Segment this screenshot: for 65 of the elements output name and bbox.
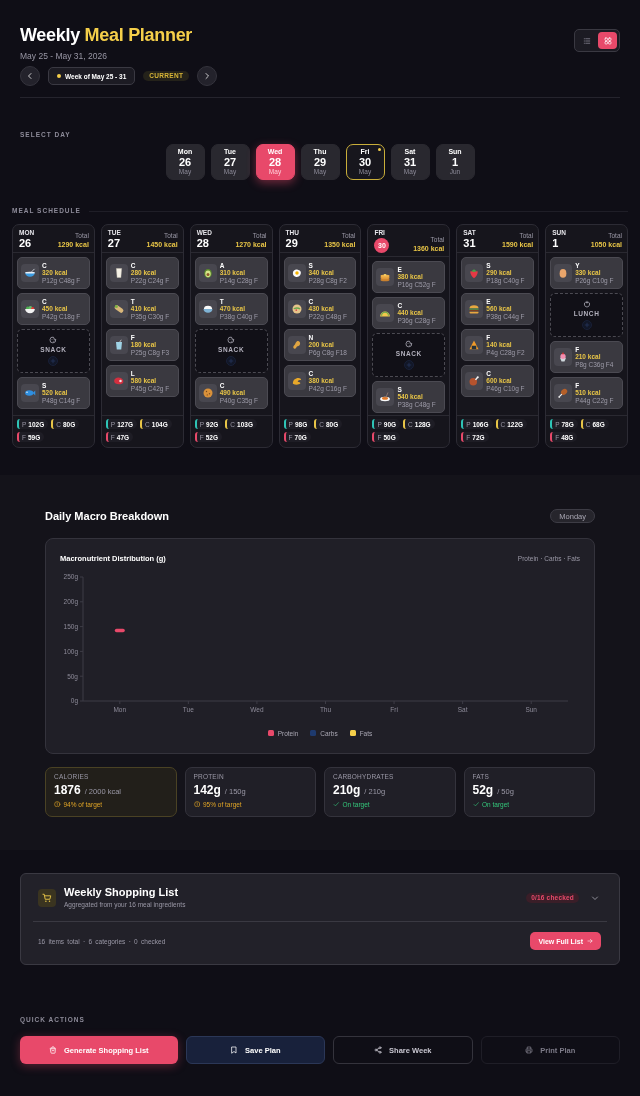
cookie-icon bbox=[404, 340, 413, 348]
peanut-icon bbox=[287, 336, 306, 354]
bookmark-icon bbox=[230, 1046, 239, 1054]
pancakes-icon bbox=[376, 268, 395, 286]
fish-icon bbox=[21, 384, 39, 402]
burrito-icon bbox=[109, 300, 128, 318]
drumstick-icon bbox=[554, 384, 573, 402]
date-label: 28 bbox=[196, 237, 210, 249]
dot-icon bbox=[57, 74, 61, 78]
cookie-icon bbox=[49, 336, 58, 344]
section-title: Daily Macro Breakdown bbox=[45, 510, 170, 522]
next-week-button[interactable] bbox=[197, 66, 218, 86]
apple-icon bbox=[582, 300, 591, 308]
previous-week-button[interactable] bbox=[20, 66, 40, 86]
fried-food-icon bbox=[287, 372, 306, 390]
milk-glass-icon bbox=[109, 264, 128, 282]
chevron-right-icon bbox=[203, 72, 212, 80]
fried-egg-icon bbox=[287, 264, 306, 282]
share-icon bbox=[374, 1046, 383, 1054]
list-icon bbox=[582, 36, 591, 45]
bowl-icon bbox=[21, 264, 39, 282]
stat-value: 142g bbox=[193, 783, 221, 797]
rice-bowl-icon bbox=[198, 300, 217, 318]
cart-icon bbox=[38, 888, 56, 907]
spaghetti-icon bbox=[376, 388, 395, 406]
alert-icon bbox=[54, 800, 61, 808]
check-icon bbox=[333, 800, 340, 808]
avocado-icon bbox=[198, 264, 217, 282]
today-dot-icon bbox=[377, 148, 381, 151]
page-title: Weekly Meal Planner bbox=[20, 24, 194, 46]
cookie-icon bbox=[198, 384, 217, 402]
cookie-icon bbox=[227, 336, 236, 344]
chevron-down-icon[interactable] bbox=[591, 893, 599, 902]
shopping-bag-icon bbox=[49, 1046, 57, 1054]
add-icon[interactable] bbox=[48, 356, 59, 366]
card-title: Weekly Shopping List bbox=[64, 886, 179, 899]
add-icon[interactable] bbox=[226, 356, 237, 366]
ice-cream-icon bbox=[554, 348, 573, 366]
meat-on-bone-icon bbox=[465, 372, 484, 390]
date-label: 31 bbox=[463, 237, 476, 249]
date-range: May 25 - May 31, 2026 bbox=[20, 51, 108, 62]
date-label: 29 bbox=[285, 237, 299, 249]
flatbread-icon bbox=[287, 300, 306, 318]
salad-icon bbox=[21, 300, 39, 318]
burger-icon bbox=[465, 300, 484, 318]
stat-value: 52g bbox=[472, 783, 494, 797]
egg-icon bbox=[554, 264, 573, 282]
strawberry-icon bbox=[465, 264, 484, 282]
check-icon bbox=[472, 800, 479, 808]
printer-icon bbox=[525, 1046, 534, 1054]
drink-cup-icon bbox=[109, 336, 128, 354]
date-label: 27 bbox=[107, 237, 121, 249]
grid-icon bbox=[603, 36, 612, 45]
arrow-right-icon bbox=[587, 938, 593, 944]
stat-value: 1876 bbox=[54, 783, 81, 797]
date-label: 1 bbox=[552, 237, 560, 249]
steak-icon bbox=[109, 372, 128, 390]
add-icon[interactable] bbox=[581, 320, 592, 330]
taco-icon bbox=[376, 304, 395, 322]
alert-icon bbox=[193, 800, 200, 808]
add-icon[interactable] bbox=[403, 360, 414, 370]
chevron-left-icon bbox=[26, 72, 34, 80]
date-label: 26 bbox=[19, 237, 33, 249]
stat-value: 210g bbox=[333, 783, 361, 797]
grid-view-button[interactable] bbox=[598, 32, 617, 49]
